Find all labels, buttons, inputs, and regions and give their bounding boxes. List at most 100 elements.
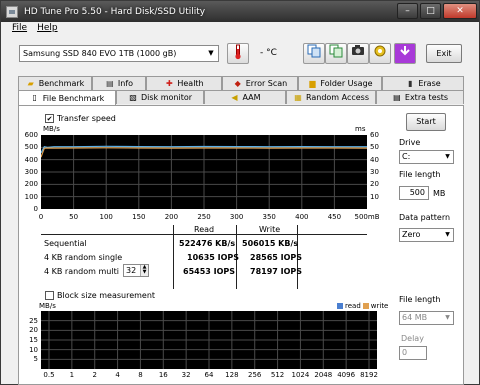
tab-aam[interactable]: ◀ AAM: [204, 90, 286, 104]
y-tick-left: 600: [24, 131, 38, 139]
tab-benchmark[interactable]: ▰ Benchmark: [18, 76, 92, 90]
block-size-checkbox[interactable]: Block size measurement: [45, 291, 155, 300]
y-tick-right: 50: [370, 143, 379, 152]
tab-extra-tests[interactable]: ▤ Extra tests: [376, 90, 464, 104]
download-icon[interactable]: [394, 43, 416, 64]
y-tick-right: 40: [370, 155, 379, 164]
read-header: Read: [194, 225, 215, 234]
screenshot-icon[interactable]: [347, 43, 369, 64]
title-bar[interactable]: HD Tune Pro 5.50 - Hard Disk/SSD Utility…: [1, 1, 479, 22]
y-tick-left: 200: [24, 180, 38, 189]
copy-icon[interactable]: [303, 43, 325, 64]
delay-input[interactable]: 0: [399, 346, 427, 360]
block-y-tick: 25: [29, 316, 38, 325]
file-length2-label: File length: [399, 295, 441, 304]
app-window: HD Tune Pro 5.50 - Hard Disk/SSD Utility…: [0, 0, 480, 385]
chevron-down-icon: ▼: [208, 49, 214, 57]
row-4kb-multi-read: 65453 IOPS: [183, 267, 236, 276]
folder-icon: ▆: [309, 78, 316, 88]
tab-folder-usage[interactable]: ▆ Folder Usage: [298, 76, 382, 90]
block-x-tick: 256: [248, 371, 262, 379]
menu-help[interactable]: Help: [37, 23, 58, 37]
thermometer-icon[interactable]: [227, 43, 249, 64]
drive-label: Drive: [399, 138, 421, 147]
x-tick: 150: [132, 213, 146, 221]
legend-write-swatch: [362, 303, 369, 309]
drive-select[interactable]: Samsung SSD 840 EVO 1TB (1000 gB) ▼: [19, 45, 219, 62]
block-x-tick: 2048: [314, 371, 333, 379]
start-button[interactable]: Start: [406, 113, 446, 131]
y-tick-right: 20: [370, 180, 379, 189]
close-button[interactable]: ✕: [443, 3, 477, 19]
chevron-down-icon: ▼: [445, 231, 450, 238]
row-4kb-single-write: 28565 IOPS: [250, 253, 303, 262]
menu-file[interactable]: File: [12, 23, 27, 37]
tab-random-access[interactable]: ▦ Random Access: [286, 90, 376, 104]
tab-erase[interactable]: ▮ Erase: [382, 76, 464, 90]
transfer-speed-checkbox[interactable]: ✔ Transfer speed: [45, 114, 116, 123]
x-tick: 400: [295, 213, 309, 221]
disk-monitor-icon: ▧: [129, 92, 137, 102]
tab-info[interactable]: ▤ Info: [92, 76, 146, 90]
tab-disk-monitor[interactable]: ▧ Disk monitor: [116, 90, 204, 104]
delay-label: Delay: [401, 334, 424, 343]
chevron-down-icon: ▼: [445, 153, 450, 160]
block-x-tick: 64: [204, 371, 214, 379]
data-pattern-combo[interactable]: Zero ▼: [399, 228, 454, 242]
maximize-button[interactable]: □: [420, 3, 441, 19]
block-y-tick: 15: [29, 336, 38, 344]
x-tick: 100: [99, 213, 113, 221]
block-y-tick: 10: [29, 345, 38, 354]
block-size-check-box[interactable]: [45, 291, 54, 300]
options-icon[interactable]: [369, 43, 391, 64]
copy-text-icon[interactable]: [325, 43, 347, 64]
x-tick: 50: [69, 213, 79, 221]
y-unit-left: MB/s: [43, 125, 60, 133]
results-col-divider-1: [173, 225, 174, 289]
x-tick: 0: [38, 213, 44, 221]
file-length-input[interactable]: 500: [399, 186, 429, 200]
y-tick-left: 500: [24, 143, 38, 152]
speaker-icon: ◀: [231, 92, 238, 102]
minimize-button[interactable]: –: [397, 3, 418, 19]
legend-read-swatch: [337, 303, 343, 309]
menu-bar: File Help: [2, 23, 58, 37]
queue-depth-spinner[interactable]: 32 ▲ ▼: [123, 264, 149, 277]
block-x-tick: 1024: [291, 371, 310, 379]
block-y-unit: MB/s: [39, 302, 56, 310]
tab-file-benchmark[interactable]: ▯ File Benchmark: [18, 90, 116, 105]
drive-combo[interactable]: C: ▼: [399, 150, 454, 164]
block-x-tick: 8192: [360, 371, 378, 379]
app-icon: [6, 5, 18, 18]
tab-error-scan[interactable]: ◆ Error Scan: [222, 76, 298, 90]
health-icon: ✚: [166, 78, 173, 88]
y-tick-right: 60: [370, 131, 379, 139]
transfer-speed-chart: [40, 135, 368, 209]
transfer-speed-check-box[interactable]: ✔: [45, 114, 54, 123]
row-4kb-multi-write: 78197 IOPS: [250, 267, 303, 276]
exit-button[interactable]: Exit: [426, 44, 462, 63]
x-tick: 300: [229, 213, 244, 221]
block-x-tick: 4: [115, 371, 120, 379]
spinner-arrows-icon[interactable]: ▲ ▼: [140, 265, 148, 276]
chevron-down-icon: ▼: [445, 314, 450, 321]
temperature-value: - °C: [260, 48, 277, 58]
tab-row-top: ▰ Benchmark ▤ Info ✚ Health ◆ Error Scan ▆ Fo…: [18, 76, 464, 90]
row-4kb-single-read: 10635 IOPS: [187, 253, 240, 262]
x-tick: 250: [197, 213, 211, 221]
block-x-tick: 8: [138, 371, 143, 379]
y-tick-left: 300: [24, 168, 38, 176]
row-sequential-write: 506015 KB/s: [242, 239, 299, 248]
block-legend: read write: [337, 302, 388, 310]
x-tick: 450: [327, 213, 342, 221]
file-length-label: File length: [399, 170, 441, 179]
block-x-tick: 512: [270, 371, 285, 379]
file-length2-combo[interactable]: 64 MB ▼: [399, 311, 454, 325]
file-icon: ▯: [32, 93, 37, 102]
y-tick-left: 0: [33, 205, 38, 213]
block-x-tick: 32: [181, 371, 191, 379]
transfer-speed-graph: [40, 135, 368, 209]
erase-icon: ▮: [408, 78, 413, 88]
tab-health[interactable]: ✚ Health: [146, 76, 222, 90]
block-x-tick: 4096: [337, 371, 356, 379]
